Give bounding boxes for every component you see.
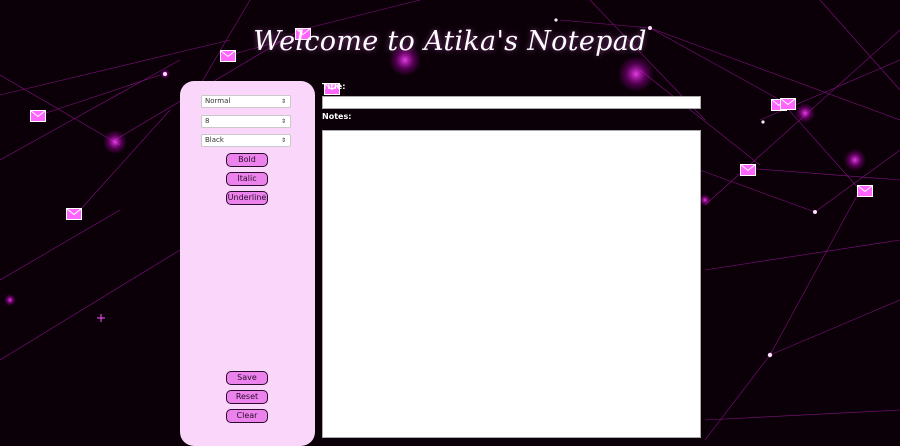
font-size-select[interactable]: 8 ⇕ <box>201 115 291 128</box>
font-style-select[interactable]: Normal ⇕ <box>201 95 291 108</box>
underline-button[interactable]: Underline <box>226 191 268 205</box>
formatting-sidebar: Normal ⇕ 8 ⇕ Black ⇕ Bold Italic Underli… <box>180 81 315 446</box>
bold-button[interactable]: Bold <box>226 153 268 167</box>
notes-textarea[interactable] <box>322 130 701 438</box>
title-input[interactable] <box>322 96 701 109</box>
up-down-chevron-icon: ⇕ <box>280 137 286 144</box>
page-title: Welcome to Atika's Notepad <box>253 26 647 57</box>
envelope-icon <box>30 107 46 122</box>
font-color-value: Black <box>205 136 224 144</box>
up-down-chevron-icon: ⇕ <box>280 98 286 105</box>
clear-button[interactable]: Clear <box>226 409 268 423</box>
italic-button[interactable]: Italic <box>226 172 268 186</box>
envelope-icon <box>857 182 873 197</box>
font-style-value: Normal <box>205 97 231 105</box>
envelope-icon <box>66 205 82 220</box>
save-button[interactable]: Save <box>226 371 268 385</box>
envelope-icon <box>740 161 756 176</box>
font-color-select[interactable]: Black ⇕ <box>201 134 291 147</box>
font-size-value: 8 <box>205 117 210 125</box>
envelope-icon <box>780 95 796 110</box>
notes-label: Notes: <box>322 112 352 121</box>
up-down-chevron-icon: ⇕ <box>280 118 286 125</box>
reset-button[interactable]: Reset <box>226 390 268 404</box>
title-label: Title: <box>322 82 346 91</box>
